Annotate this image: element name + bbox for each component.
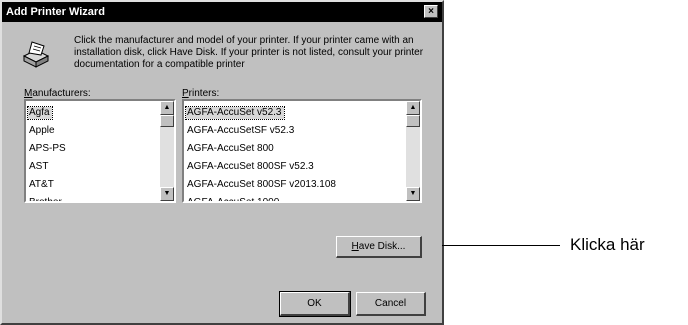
list-item-label: AT&T bbox=[29, 179, 54, 190]
instructions-text: Click the manufacturer and model of your… bbox=[74, 35, 424, 70]
callout-label: Klicka här bbox=[570, 235, 645, 254]
list-item-label: AGFA-AccuSet 1000 bbox=[187, 197, 280, 203]
list-item[interactable]: AGFA-AccuSet 800SF v52.3 bbox=[186, 156, 404, 174]
list-item[interactable]: AGFA-AccuSet 1000 bbox=[186, 192, 404, 203]
list-item[interactable]: APS-PS bbox=[28, 138, 158, 156]
close-button[interactable]: × bbox=[424, 5, 438, 18]
down-arrow-icon[interactable]: ▼ bbox=[160, 187, 174, 201]
list-item[interactable]: Apple bbox=[28, 120, 158, 138]
close-icon: × bbox=[428, 6, 434, 17]
printers-listbox[interactable]: AGFA-AccuSet v52.3 AGFA-AccuSetSF v52.3 AG… bbox=[182, 99, 422, 203]
printers-label: Printers: bbox=[182, 88, 220, 99]
printers-scrollbar[interactable]: ▲ ▼ bbox=[406, 101, 420, 201]
list-item-label: Agfa bbox=[27, 106, 53, 120]
printers-list: AGFA-AccuSet v52.3 AGFA-AccuSetSF v52.3 AG… bbox=[185, 102, 404, 203]
scroll-thumb[interactable] bbox=[160, 115, 174, 127]
list-item[interactable]: Brother bbox=[28, 192, 158, 203]
window-title: Add Printer Wizard bbox=[6, 6, 105, 18]
list-item[interactable]: AGFA-AccuSet 800SF v2013.108 bbox=[186, 174, 404, 192]
list-item[interactable]: AGFA-AccuSet 800 bbox=[186, 138, 404, 156]
list-item-label: AGFA-AccuSet 800 bbox=[187, 143, 274, 154]
scroll-thumb[interactable] bbox=[406, 115, 420, 127]
list-item-label: AST bbox=[29, 161, 49, 172]
manufacturers-scrollbar[interactable]: ▲ ▼ bbox=[160, 101, 174, 201]
cancel-button[interactable]: Cancel bbox=[356, 292, 426, 316]
have-disk-button[interactable]: Have Disk... bbox=[336, 236, 422, 258]
list-item-label: Brother bbox=[29, 197, 62, 203]
list-item-label: APS-PS bbox=[29, 143, 66, 154]
manufacturers-label: Manufacturers: bbox=[24, 88, 91, 99]
list-item-label: AGFA-AccuSet v52.3 bbox=[185, 106, 285, 120]
down-arrow-icon[interactable]: ▼ bbox=[406, 187, 420, 201]
printer-icon bbox=[22, 41, 50, 68]
list-item-label: Apple bbox=[29, 125, 55, 136]
list-item[interactable]: AST bbox=[28, 156, 158, 174]
list-item[interactable]: AGFA-AccuSetSF v52.3 bbox=[186, 120, 404, 138]
up-arrow-icon[interactable]: ▲ bbox=[406, 101, 420, 115]
list-item[interactable]: Agfa bbox=[27, 102, 158, 120]
ok-button[interactable]: OK bbox=[279, 291, 351, 317]
list-item-label: AGFA-AccuSet 800SF v52.3 bbox=[187, 161, 314, 172]
up-arrow-icon[interactable]: ▲ bbox=[160, 101, 174, 115]
list-item-label: AGFA-AccuSetSF v52.3 bbox=[187, 125, 295, 136]
add-printer-wizard-dialog: Add Printer Wizard × Click the manufactu… bbox=[0, 0, 444, 325]
list-item[interactable]: AGFA-AccuSet v52.3 bbox=[185, 102, 404, 120]
manufacturers-list: AgfaAppleAPS-PSASTAT&TBrotherBullC... bbox=[27, 102, 158, 203]
callout-line bbox=[442, 245, 560, 246]
list-item[interactable]: AT&T bbox=[28, 174, 158, 192]
list-item-label: AGFA-AccuSet 800SF v2013.108 bbox=[187, 179, 336, 190]
manufacturers-listbox[interactable]: AgfaAppleAPS-PSASTAT&TBrotherBullC... ▲ … bbox=[24, 99, 176, 203]
title-bar: Add Printer Wizard × bbox=[2, 2, 442, 22]
